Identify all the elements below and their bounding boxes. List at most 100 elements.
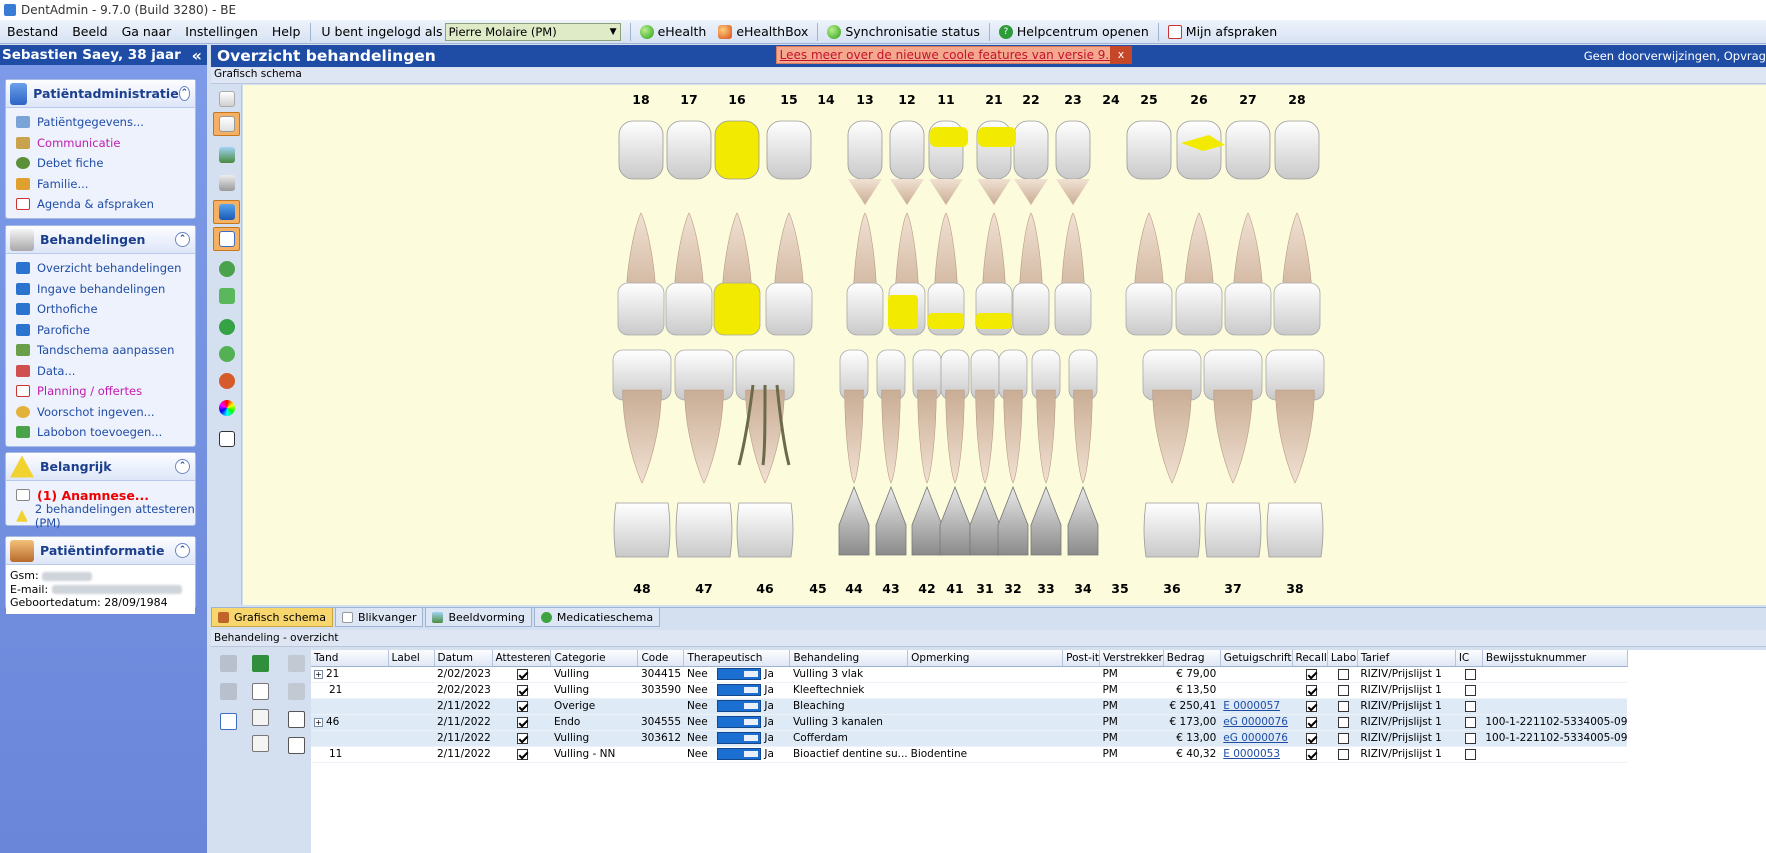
tooth-root-lower[interactable] xyxy=(1213,389,1253,484)
close-icon[interactable]: x xyxy=(1110,46,1132,64)
expand-row-icon[interactable]: + xyxy=(314,717,323,727)
tooth-occlusal-lower[interactable] xyxy=(1143,502,1201,558)
checkbox[interactable] xyxy=(1305,700,1317,712)
tooth-occlusal-lower[interactable] xyxy=(997,485,1029,556)
tooth-occlusal-lower[interactable] xyxy=(969,485,1001,556)
column-header[interactable]: Bedrag xyxy=(1163,650,1221,667)
tooth-occlusal-lower[interactable] xyxy=(1204,502,1262,558)
approve-button[interactable] xyxy=(213,284,240,308)
tooth-occlusal-upper[interactable] xyxy=(1013,120,1049,180)
tooth-root-lower[interactable] xyxy=(917,389,937,484)
tab-blikvanger[interactable]: Blikvanger xyxy=(334,608,424,627)
chevron-down-icon[interactable]: ▼ xyxy=(610,27,617,37)
cell-getuigschrift[interactable] xyxy=(1220,682,1292,699)
checkbox[interactable] xyxy=(1338,668,1350,680)
tooth-view-button[interactable] xyxy=(213,87,240,111)
sidebar-item-tandschema[interactable]: Tandschema aanpassen xyxy=(6,340,195,361)
collapse-all-button[interactable] xyxy=(285,734,307,756)
tooth-occlusal-lower[interactable] xyxy=(1266,502,1324,558)
filling-highlight[interactable] xyxy=(928,313,964,329)
sidebar-item-planning[interactable]: Planning / offertes xyxy=(6,381,195,402)
column-header[interactable]: Tand xyxy=(311,650,389,667)
tooth-root-tip[interactable] xyxy=(1056,179,1090,205)
tooth-play-button[interactable] xyxy=(213,112,240,136)
disabled-tool-button[interactable] xyxy=(217,652,239,674)
table-row[interactable]: 21 2/02/2023 Vulling 303590 Nee Ja Kleeftechn… xyxy=(311,682,1628,699)
document-button[interactable] xyxy=(249,680,271,702)
tooth-occlusal-upper[interactable] xyxy=(618,120,664,180)
tooth-crown-upper[interactable] xyxy=(765,282,813,336)
checkbox[interactable] xyxy=(517,748,529,760)
tooth-occlusal-upper[interactable] xyxy=(847,120,883,180)
checkbox[interactable] xyxy=(517,732,529,744)
tooth-crown-upper[interactable] xyxy=(1175,282,1223,336)
tooth-occlusal-upper[interactable] xyxy=(714,120,760,180)
user-dropdown[interactable]: Pierre Molaire (PM) ▼ xyxy=(444,22,621,41)
checkbox[interactable] xyxy=(1464,732,1476,744)
tab-grafisch-schema[interactable]: Grafisch schema xyxy=(211,608,333,627)
menu-ga-naar[interactable]: Ga naar xyxy=(115,24,179,39)
mail-button[interactable] xyxy=(249,706,271,728)
column-header[interactable]: Labo xyxy=(1327,650,1358,667)
tooth-root-lower[interactable] xyxy=(684,389,724,484)
feature-banner-link[interactable]: Lees meer over de nieuwe coole features … xyxy=(780,48,1129,62)
filling-highlight[interactable] xyxy=(888,295,918,329)
panel-header[interactable]: Behandelingen ⌃ xyxy=(6,226,195,254)
collapse-icon[interactable]: ⌃ xyxy=(175,459,190,474)
sidebar-item-parofiche[interactable]: Parofiche xyxy=(6,320,195,341)
tooth-occlusal-lower[interactable] xyxy=(875,485,907,556)
menu-help[interactable]: Help xyxy=(265,24,308,39)
tooth-occlusal-upper[interactable] xyxy=(766,120,812,180)
tooth-root-lower[interactable] xyxy=(975,389,995,484)
tooth-root-lower[interactable] xyxy=(844,389,864,484)
tooth-occlusal-upper[interactable] xyxy=(1176,120,1222,180)
checkbox[interactable] xyxy=(1338,748,1350,760)
filling-highlight[interactable] xyxy=(930,127,968,147)
expand-row-icon[interactable]: + xyxy=(314,669,323,679)
panel-header[interactable]: Belangrijk ⌃ xyxy=(6,453,195,481)
filling-highlight[interactable] xyxy=(976,313,1012,329)
disabled-tool-button[interactable] xyxy=(217,680,239,702)
sidebar-item-overzicht-behandelingen[interactable]: Overzicht behandelingen xyxy=(6,258,195,279)
collapse-sidebar-icon[interactable]: « xyxy=(192,46,202,65)
checkbox[interactable] xyxy=(517,700,529,712)
therapeutic-toggle[interactable] xyxy=(717,732,762,744)
collapse-icon[interactable]: ⌃ xyxy=(175,232,190,247)
tab-medicatieschema[interactable]: Medicatieschema xyxy=(533,608,661,627)
column-header[interactable]: Recall xyxy=(1292,650,1328,667)
tooth-root-tip[interactable] xyxy=(977,179,1011,205)
mail-lock-button[interactable] xyxy=(249,732,271,754)
export-button[interactable] xyxy=(213,257,240,281)
sum-button[interactable] xyxy=(217,710,239,732)
tooth-crown-upper[interactable] xyxy=(1273,282,1321,336)
checkbox[interactable] xyxy=(1464,700,1476,712)
tooth-root-tip[interactable] xyxy=(848,179,882,205)
panel-header[interactable]: Patiëntinformatie ⌃ xyxy=(6,537,195,565)
sidebar-item-voorschot[interactable]: Voorschot ingeven... xyxy=(6,402,195,423)
column-header[interactable]: Opmerking xyxy=(907,650,1064,667)
delete-button[interactable] xyxy=(285,680,307,702)
sidebar-item-attesteren[interactable]: 2 behandelingen attesteren (PM) xyxy=(6,502,195,530)
checkbox[interactable] xyxy=(1305,668,1317,680)
panel-header[interactable]: Patiëntadministratie ⌃ xyxy=(6,80,195,108)
checkbox[interactable] xyxy=(1464,716,1476,728)
tooth-root-tip[interactable] xyxy=(929,179,963,205)
tooth-occlusal-lower[interactable] xyxy=(1067,485,1099,556)
excel-button[interactable] xyxy=(249,652,271,674)
tooth-root-lower[interactable] xyxy=(1036,389,1056,484)
tooth-occlusal-lower[interactable] xyxy=(911,485,943,556)
ehealthbox-button[interactable]: eHealthBox xyxy=(712,24,814,39)
column-header[interactable]: Tarief xyxy=(1357,650,1456,667)
column-header[interactable]: Attesteren xyxy=(492,650,552,667)
tab-beeldvorming[interactable]: Beeldvorming xyxy=(425,608,532,627)
tooth-occlusal-lower[interactable] xyxy=(613,502,671,558)
column-header[interactable]: Getuigschrift xyxy=(1220,650,1293,667)
cell-getuigschrift[interactable]: eG 0000076 xyxy=(1220,730,1292,747)
column-header[interactable]: Datum xyxy=(434,650,493,667)
tooth-occlusal-upper[interactable] xyxy=(1225,120,1271,180)
color-button[interactable] xyxy=(213,396,240,420)
column-header[interactable]: Therapeutisch xyxy=(683,650,791,667)
tooth-root-lower[interactable] xyxy=(1275,389,1315,484)
table-row[interactable]: 2/11/2022 Vulling 303612 Nee Ja Cofferdam PM €… xyxy=(311,730,1628,747)
tooth-occlusal-lower[interactable] xyxy=(939,485,971,556)
